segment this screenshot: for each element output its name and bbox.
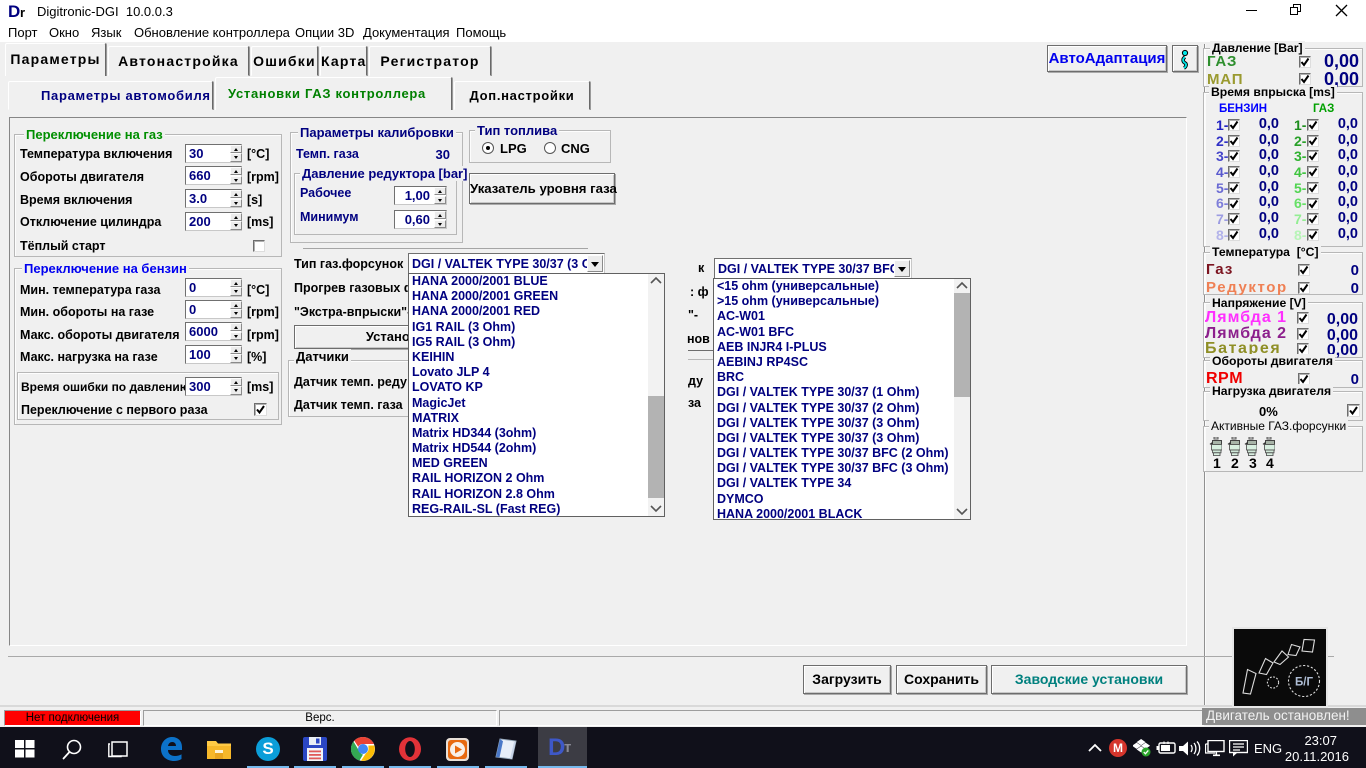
- svg-text:т: т: [564, 739, 571, 756]
- svg-text:r: r: [20, 5, 25, 20]
- svg-text:Б/Г: Б/Г: [1295, 677, 1313, 689]
- svg-text:D: D: [548, 734, 565, 760]
- svg-text:D: D: [8, 3, 20, 20]
